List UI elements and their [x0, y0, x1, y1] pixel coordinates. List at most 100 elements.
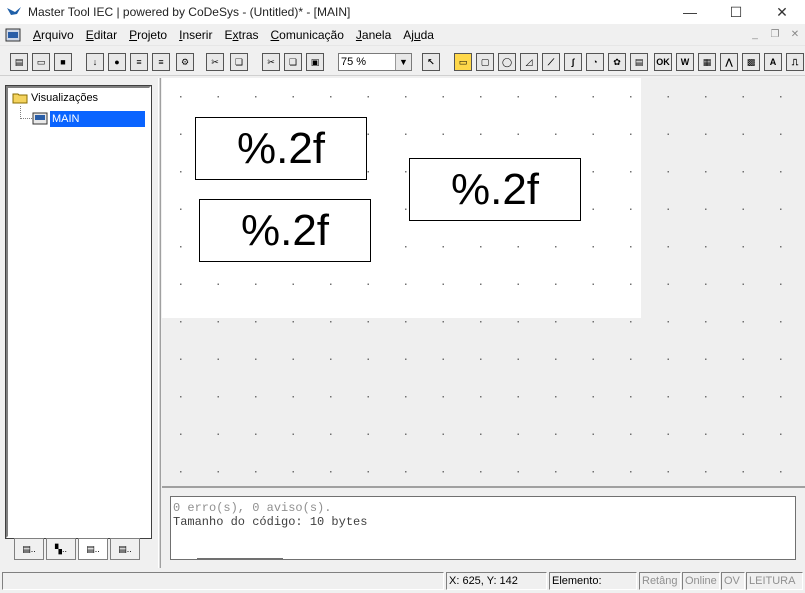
- organizer-tab[interactable]: ▤..: [110, 538, 140, 560]
- vis-text-element-1[interactable]: %.2f: [195, 117, 367, 180]
- status-bar: X: 625, Y: 142 Elemento: Retâng Online O…: [0, 570, 805, 593]
- mdi-close-button[interactable]: ✕: [787, 27, 803, 41]
- polygon-button[interactable]: ◿: [518, 51, 540, 73]
- object-tree: Visualizações MAIN: [5, 85, 152, 539]
- organizer-tab[interactable]: ▤..: [78, 538, 108, 560]
- polyline-button[interactable]: ⟋: [540, 51, 562, 73]
- status-online: Online: [682, 572, 720, 590]
- title-bar: Master Tool IEC | powered by CoDeSys - (…: [0, 0, 805, 24]
- vis-text-element-3[interactable]: %.2f: [409, 158, 581, 221]
- new-file-button[interactable]: ▤: [8, 51, 30, 73]
- scroll-button[interactable]: ⎍: [784, 51, 805, 73]
- stop-icon: ●: [108, 53, 126, 71]
- ellipse-button[interactable]: ◯: [496, 51, 518, 73]
- grid-button[interactable]: ▩: [740, 51, 762, 73]
- rounded-rect-icon: ▢: [476, 53, 494, 71]
- menu-item[interactable]: Projeto: [123, 28, 173, 42]
- wmf-icon: W: [676, 53, 694, 71]
- login-button[interactable]: ↓: [84, 51, 106, 73]
- ellipse-icon: ◯: [498, 53, 516, 71]
- select-pointer-button[interactable]: ↖: [420, 51, 442, 73]
- zoom-select[interactable]: 75 % ▼: [338, 53, 412, 71]
- menu-item[interactable]: Inserir: [173, 28, 218, 42]
- menu-item[interactable]: Extras: [218, 28, 264, 42]
- menu-text: Aj: [403, 27, 414, 42]
- visualization-canvas[interactable]: %.2f %.2f %.2f: [162, 78, 805, 486]
- menu-mnemonic: A: [33, 27, 42, 42]
- build-button[interactable]: ⚙: [174, 51, 196, 73]
- grid-icon: ▩: [742, 53, 760, 71]
- save-button[interactable]: ■: [52, 51, 74, 73]
- download-button[interactable]: ≡: [150, 51, 172, 73]
- organizer-tab[interactable]: ▤..: [14, 538, 44, 560]
- menu-item[interactable]: Editar: [80, 28, 123, 42]
- mdi-minimize-button[interactable]: _: [747, 27, 763, 41]
- cut2-button[interactable]: ✂: [260, 51, 282, 73]
- menu-mnemonic: E: [85, 27, 94, 42]
- online-button[interactable]: ≡: [128, 51, 150, 73]
- menu-item[interactable]: Arquivo: [27, 28, 80, 42]
- maximize-button[interactable]: ☐: [713, 0, 759, 24]
- stop-button[interactable]: ●: [106, 51, 128, 73]
- minimize-button[interactable]: —: [667, 0, 713, 24]
- wmf-button[interactable]: W: [674, 51, 696, 73]
- menu-item[interactable]: Comunicação: [265, 28, 350, 42]
- panel-splitter[interactable]: [158, 78, 161, 568]
- object-organizer: Visualizações MAIN ▤.. ▚.. ▤.. ▤..: [2, 80, 157, 566]
- table-button[interactable]: ▦: [696, 51, 718, 73]
- vis-text-element-2[interactable]: %.2f: [199, 199, 371, 262]
- visualization-icon: ▤: [630, 53, 648, 71]
- rounded-rect-button[interactable]: ▢: [474, 51, 496, 73]
- save-icon: ■: [54, 53, 72, 71]
- menu-mnemonic: P: [129, 27, 138, 42]
- cut-button[interactable]: ✂: [204, 51, 226, 73]
- folder-icon: [12, 93, 28, 104]
- copy2-button[interactable]: ❏: [282, 51, 304, 73]
- pie-icon: ◔: [586, 53, 604, 71]
- tree-root-visualizations[interactable]: Visualizações: [12, 92, 98, 104]
- bitmap-icon: ✿: [608, 53, 626, 71]
- open-file-button[interactable]: ▭: [30, 51, 52, 73]
- close-button[interactable]: ✕: [759, 0, 805, 24]
- chevron-down-icon[interactable]: ▼: [395, 54, 411, 70]
- polyline-icon: ⟋: [542, 53, 560, 71]
- online-icon: ≡: [130, 53, 148, 71]
- activex-button[interactable]: A: [762, 51, 784, 73]
- status-rect: Retâng: [639, 572, 681, 590]
- bitmap-button[interactable]: ✿: [606, 51, 628, 73]
- login-icon: ↓: [86, 53, 104, 71]
- copy2-icon: ❏: [284, 53, 302, 71]
- menu-text: rquivo: [41, 27, 74, 42]
- copy-button[interactable]: ❏: [228, 51, 250, 73]
- button-button[interactable]: OK: [652, 51, 674, 73]
- download-icon: ≡: [152, 53, 170, 71]
- message-line: Tamanho do código: 10 bytes: [173, 515, 368, 529]
- cut-icon: ✂: [206, 53, 224, 71]
- rectangle-button[interactable]: ▭: [452, 51, 474, 73]
- paste-button[interactable]: ▣: [304, 51, 326, 73]
- menu-bar: Arquivo Editar Projeto Inserir Extras Comunic…: [0, 24, 805, 46]
- cut2-icon: ✂: [262, 53, 280, 71]
- mdi-restore-button[interactable]: ❐: [767, 27, 783, 41]
- tree-item-label: MAIN: [50, 111, 145, 127]
- message-list[interactable]: 0 erro(s), 0 aviso(s). Tamanho do código…: [170, 496, 796, 560]
- tree-item-main[interactable]: MAIN: [32, 110, 145, 128]
- status-ov: OV: [721, 572, 745, 590]
- menu-text: anela: [361, 27, 392, 42]
- menu-item[interactable]: Janela: [350, 28, 397, 42]
- curve-button[interactable]: ∫: [562, 51, 584, 73]
- horizontal-scrollbar[interactable]: [197, 558, 283, 560]
- menu-item[interactable]: Ajuda: [397, 28, 440, 42]
- window-title: Master Tool IEC | powered by CoDeSys - (…: [28, 5, 351, 19]
- document-system-icon[interactable]: [5, 28, 21, 42]
- pie-button[interactable]: ◔: [584, 51, 606, 73]
- status-element-label: Elemento:: [549, 572, 637, 590]
- organizer-tab[interactable]: ▚..: [46, 538, 76, 560]
- status-message: [2, 572, 444, 590]
- trend-button[interactable]: ⋀: [718, 51, 740, 73]
- tree-connector: [20, 106, 32, 119]
- visualization-icon: [32, 112, 48, 125]
- copy-icon: ❏: [230, 53, 248, 71]
- message-line: 0 erro(s), 0 aviso(s).: [173, 501, 332, 515]
- visualization-button[interactable]: ▤: [628, 51, 650, 73]
